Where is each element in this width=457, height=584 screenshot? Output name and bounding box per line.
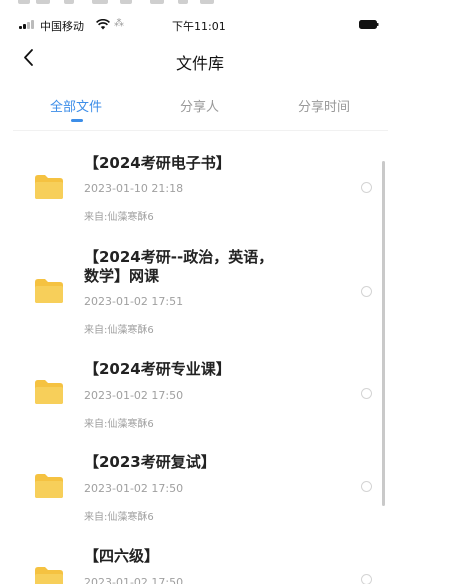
carrier-name: 中国移动 [40, 20, 84, 33]
file-source: 来自:仙藻寒酥6 [84, 325, 154, 336]
file-source: 来自:仙藻寒酥6 [84, 212, 154, 223]
tab-all-files[interactable]: 全部文件 [50, 96, 102, 115]
folder-icon [35, 380, 63, 404]
file-date: 2023-01-02 17:50 [84, 482, 184, 495]
file-date: 2023-01-02 17:51 [84, 295, 184, 308]
select-radio[interactable] [361, 574, 372, 584]
signal-strength-icon [19, 19, 41, 29]
list-item[interactable]: 【2024考研专业课】 2023-01-02 17:50 来自:仙藻寒酥6 [0, 355, 390, 455]
folder-icon [35, 175, 63, 199]
wifi-icon [96, 19, 110, 30]
file-list[interactable]: 【2024考研电子书】 2023-01-10 21:18 来自:仙藻寒酥6 【2… [0, 131, 400, 584]
file-date: 2023-01-02 17:50 [84, 389, 184, 402]
list-item[interactable]: 【四六级】 2023-01-02 17:50 [0, 534, 390, 584]
list-item[interactable]: 【2024考研电子书】 2023-01-10 21:18 来自:仙藻寒酥6 [0, 131, 390, 231]
file-name: 【2024考研专业课】 [84, 360, 231, 378]
list-item[interactable]: 【2023考研复试】 2023-01-02 17:50 来自:仙藻寒酥6 [0, 445, 390, 545]
previous-screen-remnant [0, 0, 457, 6]
file-date: 2023-01-10 21:18 [84, 182, 184, 195]
folder-icon [35, 567, 63, 584]
select-radio[interactable] [361, 286, 372, 297]
scrollbar[interactable] [382, 161, 385, 506]
status-bar: 中国移动 ⁂ 下午11:01 [0, 14, 400, 34]
page-title: 文件库 [175, 54, 224, 73]
file-name: 【2024考研--政治，英语， 数学】网课 [84, 248, 274, 285]
file-name: 【2024考研电子书】 [84, 154, 231, 172]
file-date: 2023-01-02 17:50 [84, 576, 184, 584]
file-name: 【2023考研复试】 [84, 453, 216, 471]
select-radio[interactable] [361, 481, 372, 492]
tab-sharer[interactable]: 分享人 [180, 96, 219, 115]
list-item[interactable]: 【2024考研--政治，英语， 数学】网课 2023-01-02 17:51 来… [0, 231, 390, 355]
select-radio[interactable] [361, 388, 372, 399]
file-name: 【四六级】 [84, 547, 160, 565]
tab-bar: 全部文件 分享人 分享时间 [13, 88, 388, 131]
tab-share-time[interactable]: 分享时间 [298, 96, 350, 115]
navigation-bar: 文件库 [0, 42, 400, 78]
select-radio[interactable] [361, 182, 372, 193]
folder-icon [35, 279, 63, 303]
folder-icon [35, 474, 63, 498]
loading-spinner-icon: ⁂ [114, 18, 124, 29]
battery-icon [359, 20, 379, 29]
file-source: 来自:仙藻寒酥6 [84, 419, 154, 430]
file-source: 来自:仙藻寒酥6 [84, 512, 154, 523]
status-clock: 下午11:01 [172, 20, 226, 33]
active-tab-indicator [71, 119, 83, 122]
